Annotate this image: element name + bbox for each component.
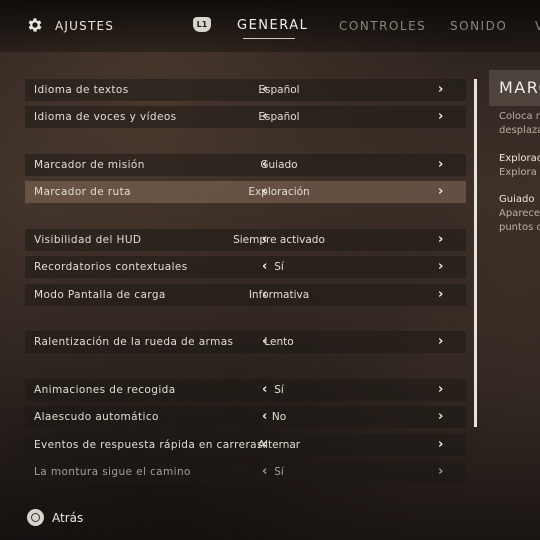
tab-video[interactable]: V bbox=[535, 19, 540, 33]
tab-general[interactable]: GENERAL bbox=[237, 18, 308, 33]
setting-label: Alaescudo automático bbox=[34, 411, 159, 423]
panel-text: Coloca m bbox=[499, 111, 540, 122]
setting-label: Idioma de textos bbox=[34, 84, 129, 96]
arrow-right-icon[interactable]: › bbox=[438, 437, 443, 452]
tab-controles[interactable]: CONTROLES bbox=[339, 19, 426, 33]
setting-row-rueda-armas[interactable]: Ralentización de la rueda de armas ‹ Len… bbox=[25, 331, 466, 353]
arrow-right-icon[interactable]: › bbox=[438, 464, 443, 479]
scrollbar[interactable] bbox=[474, 79, 477, 427]
setting-value: Informativa bbox=[248, 289, 310, 301]
setting-value: Alternar bbox=[257, 439, 301, 451]
arrow-right-icon[interactable]: › bbox=[438, 184, 443, 199]
arrow-right-icon[interactable]: › bbox=[438, 157, 443, 172]
arrow-right-icon[interactable]: › bbox=[438, 287, 443, 302]
back-button[interactable]: Atrás bbox=[52, 511, 83, 525]
panel-title: MARC bbox=[499, 78, 540, 97]
l1-button-icon[interactable]: L1 bbox=[193, 17, 211, 32]
panel-title-box: MARC bbox=[489, 70, 540, 106]
setting-label: La montura sigue el camino bbox=[34, 466, 191, 478]
panel-text: puntos d bbox=[499, 222, 540, 233]
setting-row-idioma-voces[interactable]: Idioma de voces y vídeos ‹ Español › bbox=[25, 106, 466, 128]
page-title: AJUSTES bbox=[55, 19, 115, 33]
setting-label: Marcador de misión bbox=[34, 159, 145, 171]
arrow-right-icon[interactable]: › bbox=[438, 409, 443, 424]
setting-row-animaciones-recogida[interactable]: Animaciones de recogida ‹ Sí › bbox=[25, 379, 466, 401]
arrow-right-icon[interactable]: › bbox=[438, 82, 443, 97]
setting-value: Sí bbox=[274, 384, 284, 396]
arrow-right-icon[interactable]: › bbox=[438, 109, 443, 124]
setting-row-recordatorios[interactable]: Recordatorios contextuales ‹ Sí › bbox=[25, 256, 466, 278]
active-tab-underline bbox=[243, 38, 295, 39]
setting-label: Animaciones de recogida bbox=[34, 384, 176, 396]
setting-value: Sí bbox=[274, 466, 284, 478]
setting-value: Sí bbox=[274, 261, 284, 273]
arrow-right-icon[interactable]: › bbox=[438, 334, 443, 349]
setting-row-alaescudo[interactable]: Alaescudo automático ‹ No › bbox=[25, 406, 466, 428]
panel-text: Explora bbox=[499, 167, 537, 178]
setting-label: Recordatorios contextuales bbox=[34, 261, 188, 273]
panel-text: desplaza bbox=[499, 125, 540, 136]
setting-row-pantalla-carga[interactable]: Modo Pantalla de carga ‹ Informativa › bbox=[25, 284, 466, 306]
setting-value: Siempre activado bbox=[233, 234, 325, 246]
setting-value: No bbox=[271, 411, 287, 423]
tab-sonido[interactable]: SONIDO bbox=[450, 19, 507, 33]
setting-label: Idioma de voces y vídeos bbox=[34, 111, 177, 123]
arrow-right-icon[interactable]: › bbox=[438, 382, 443, 397]
setting-value: Lento bbox=[264, 336, 294, 348]
setting-row-visibilidad-hud[interactable]: Visibilidad del HUD ‹ Siempre activado › bbox=[25, 229, 466, 251]
panel-text: Aparece bbox=[499, 208, 540, 219]
setting-value: Español bbox=[258, 84, 300, 96]
setting-row-idioma-textos[interactable]: Idioma de textos ‹ Español › bbox=[25, 79, 466, 101]
setting-label: Marcador de ruta bbox=[34, 186, 131, 198]
setting-value: Guiado bbox=[260, 159, 298, 171]
setting-row-marcador-ruta[interactable]: Marcador de ruta ‹ Exploración › bbox=[25, 181, 466, 203]
setting-value: Español bbox=[258, 111, 300, 123]
setting-row-montura[interactable]: La montura sigue el camino ‹ Sí › bbox=[25, 461, 466, 483]
panel-heading: Explorac bbox=[499, 153, 540, 164]
gear-icon bbox=[28, 18, 42, 32]
setting-label: Modo Pantalla de carga bbox=[34, 289, 166, 301]
description-panel: MARC Coloca m desplaza Explorac Explora … bbox=[489, 70, 540, 470]
circle-button-icon[interactable] bbox=[27, 509, 44, 526]
top-bar: AJUSTES L1 GENERAL CONTROLES SONIDO V bbox=[0, 0, 540, 52]
arrow-right-icon[interactable]: › bbox=[438, 259, 443, 274]
panel-heading: Guiado bbox=[499, 194, 535, 205]
setting-label: Visibilidad del HUD bbox=[34, 234, 142, 246]
arrow-right-icon[interactable]: › bbox=[438, 232, 443, 247]
setting-value: Exploración bbox=[248, 186, 310, 198]
setting-row-eventos-respuesta[interactable]: Eventos de respuesta rápida en carreras … bbox=[25, 434, 466, 456]
setting-row-marcador-mision[interactable]: Marcador de misión ‹ Guiado › bbox=[25, 154, 466, 176]
